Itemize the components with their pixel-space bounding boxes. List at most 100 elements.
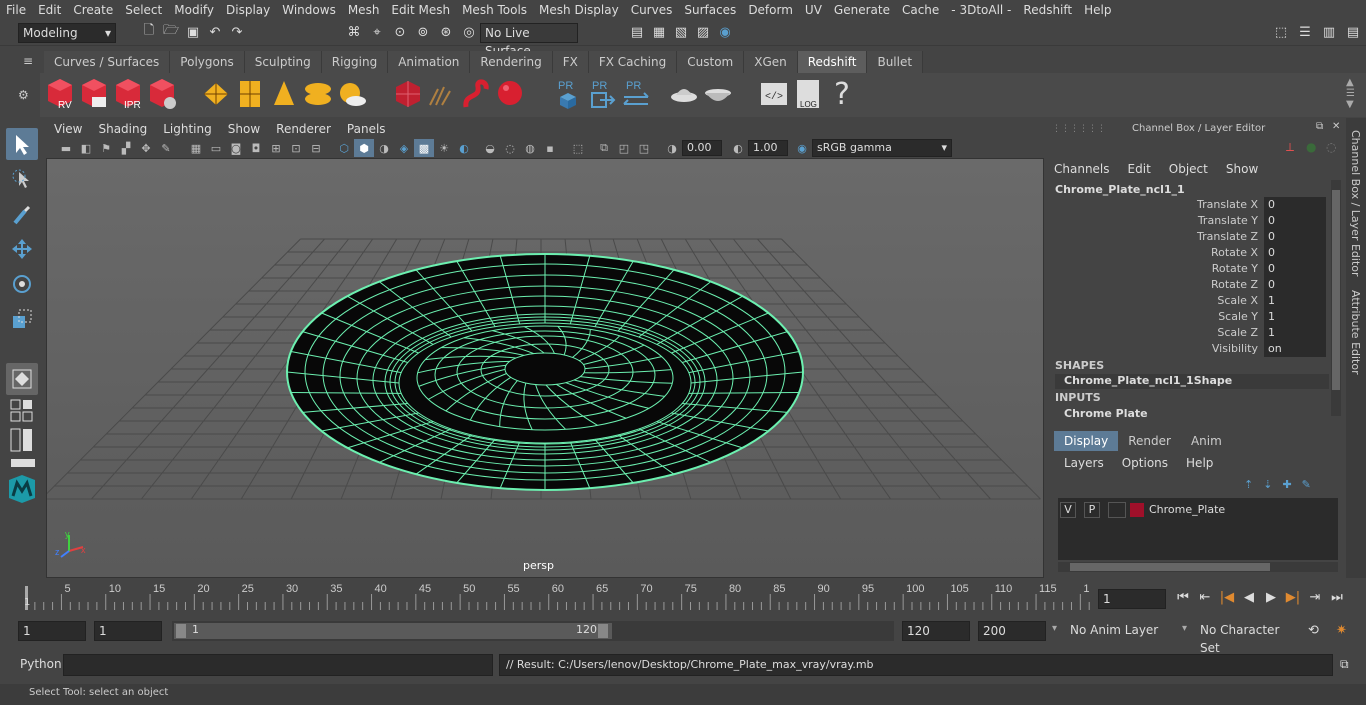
menu-file[interactable]: File: [0, 0, 32, 20]
redshift-curve-icon[interactable]: [460, 76, 492, 112]
select-tool-icon[interactable]: [6, 128, 38, 160]
layer-visibility-toggle[interactable]: V: [1060, 502, 1076, 518]
command-input[interactable]: [63, 654, 493, 676]
shelf-tab-polygons[interactable]: Polygons: [170, 51, 245, 73]
viewport-menu-panels[interactable]: Panels: [339, 120, 394, 138]
anim-layer-dropdown[interactable]: No Anim Layer: [1066, 621, 1172, 641]
side-tab-channel-box[interactable]: Channel Box / Layer Editor: [1349, 130, 1362, 277]
lock-icon[interactable]: ◌: [1326, 140, 1336, 154]
lasso-tool-icon[interactable]: [6, 163, 38, 195]
manipulator-icon[interactable]: ⟂: [1286, 140, 1294, 155]
redshift-spotlight-icon[interactable]: [268, 76, 300, 112]
grease-pencil-icon[interactable]: ✎: [156, 139, 176, 157]
colorspace-dropdown[interactable]: sRGB gamma ▾: [812, 139, 952, 157]
channel-box-scrollbar[interactable]: [1331, 180, 1341, 416]
depth-of-field-icon[interactable]: ▪: [540, 139, 560, 157]
attr-row[interactable]: Translate X 0: [1060, 197, 1330, 213]
shadows-icon[interactable]: ◐: [454, 139, 474, 157]
anti-alias-icon[interactable]: ◍: [520, 139, 540, 157]
play-backwards-icon[interactable]: ◀: [1240, 588, 1258, 606]
wireframe-icon[interactable]: ⬡: [334, 139, 354, 157]
chevron-down-icon[interactable]: ▾: [1052, 623, 1057, 634]
maya-logo-icon[interactable]: [6, 473, 38, 505]
grid-icon[interactable]: ▦: [186, 139, 206, 157]
twod-pan-icon[interactable]: ✥: [136, 139, 156, 157]
scene-end-field[interactable]: 200: [978, 621, 1046, 641]
layer-tab-anim[interactable]: Anim: [1181, 431, 1232, 451]
snap-view-icon[interactable]: ⊚: [414, 23, 432, 41]
viewport-menu-shading[interactable]: Shading: [90, 120, 155, 138]
menu-surfaces[interactable]: Surfaces: [678, 0, 742, 20]
exposure-field[interactable]: 0.00: [682, 140, 722, 156]
go-to-end-icon[interactable]: ⏭: [1328, 588, 1346, 606]
menu-windows[interactable]: Windows: [276, 0, 342, 20]
menu-help[interactable]: Help: [1078, 0, 1117, 20]
redshift-sphere-icon[interactable]: [494, 76, 526, 112]
menu-edit-mesh[interactable]: Edit Mesh: [385, 0, 456, 20]
layer-tab-render[interactable]: Render: [1118, 431, 1181, 451]
side-tab-attribute-editor[interactable]: Attribute Editor: [1349, 290, 1362, 375]
help-icon[interactable]: ?: [826, 76, 858, 112]
gate-mask-icon[interactable]: ◘: [246, 139, 266, 157]
shelf-tab-fx-caching[interactable]: FX Caching: [588, 51, 678, 73]
menu-generate[interactable]: Generate: [828, 0, 896, 20]
attr-value[interactable]: 0: [1264, 197, 1326, 213]
float-panel-icon[interactable]: ⧉: [1316, 121, 1323, 132]
menu-modify[interactable]: Modify: [168, 0, 220, 20]
close-icon[interactable]: ✕: [1332, 121, 1340, 132]
live-surface-field[interactable]: No Live Surface: [480, 23, 578, 58]
motion-blur-icon[interactable]: ◌: [500, 139, 520, 157]
shelf-tab-custom[interactable]: Custom: [677, 51, 745, 73]
shelf-tab-animation[interactable]: Animation: [388, 51, 471, 73]
menu-mesh-display[interactable]: Mesh Display: [533, 0, 625, 20]
time-slider[interactable]: 5 10 15 20 25 30 35 40 45 50 55 60 65 70 75 80 85 90 95 100…: [18, 582, 1099, 612]
redo-icon[interactable]: ↷: [228, 23, 246, 41]
attr-row[interactable]: Rotate Y 0: [1060, 261, 1330, 277]
attr-value[interactable]: 0: [1264, 261, 1326, 277]
menu-curves[interactable]: Curves: [625, 0, 679, 20]
redshift-render-icon[interactable]: [78, 76, 110, 112]
render-settings-icon[interactable]: ▨: [694, 23, 712, 41]
attr-value[interactable]: on: [1264, 341, 1326, 357]
isolate-select-icon[interactable]: ⬚: [568, 139, 588, 157]
shelf-tab-xgen[interactable]: XGen: [744, 51, 798, 73]
attr-row[interactable]: Scale Y 1: [1060, 309, 1330, 325]
current-frame-field[interactable]: 1: [1098, 589, 1166, 609]
attr-row[interactable]: Translate Y 0: [1060, 213, 1330, 229]
viewport-menu-view[interactable]: View: [46, 120, 90, 138]
exposure-icon[interactable]: ◑: [662, 139, 682, 157]
attr-row[interactable]: Rotate Z 0: [1060, 277, 1330, 293]
pr-export-icon[interactable]: PR: [586, 76, 618, 112]
menu-uv[interactable]: UV: [799, 0, 828, 20]
script-editor-icon[interactable]: ⧉: [1340, 657, 1349, 672]
menu-mesh-tools[interactable]: Mesh Tools: [456, 0, 533, 20]
character-set-dropdown[interactable]: No Character Set: [1196, 621, 1298, 655]
image-plane-icon[interactable]: ▞: [116, 139, 136, 157]
layout-split-icon[interactable]: [6, 427, 38, 453]
shape-name[interactable]: Chrome_Plate_ncl1_1Shape: [1055, 374, 1329, 389]
lights-icon[interactable]: ☀: [434, 139, 454, 157]
layer-menu-layers[interactable]: Layers: [1064, 456, 1104, 470]
menu-mesh[interactable]: Mesh: [342, 0, 386, 20]
shelf-tab-fx[interactable]: FX: [552, 51, 589, 73]
key-icon[interactable]: ●: [1306, 140, 1316, 154]
camera-icon[interactable]: ▬: [56, 139, 76, 157]
attr-row[interactable]: Scale X 1: [1060, 293, 1330, 309]
channel-menu-object[interactable]: Object: [1169, 162, 1208, 176]
xray-joints-icon[interactable]: ⧉: [594, 139, 614, 157]
attr-row[interactable]: Scale Z 1: [1060, 325, 1330, 341]
shelf-tab-sculpting[interactable]: Sculpting: [244, 51, 322, 73]
gamma-field[interactable]: 1.00: [748, 140, 788, 156]
range-slider[interactable]: 1 120: [172, 621, 894, 641]
new-empty-layer-icon[interactable]: ✚: [1282, 478, 1291, 491]
ipr-render-icon[interactable]: ▧: [672, 23, 690, 41]
chevron-down-icon[interactable]: ▾: [1182, 623, 1187, 634]
layer-menu-options[interactable]: Options: [1122, 456, 1168, 470]
playback-start-field[interactable]: 1: [94, 621, 162, 641]
play-forwards-icon[interactable]: ▶: [1262, 588, 1280, 606]
film-gate-icon[interactable]: ▭: [206, 139, 226, 157]
attr-value[interactable]: 0: [1264, 229, 1326, 245]
undo-icon[interactable]: ↶: [206, 23, 224, 41]
shelf-tab-curves-surfaces[interactable]: Curves / Surfaces: [44, 51, 171, 73]
step-back-frame-icon[interactable]: |◀: [1218, 588, 1236, 606]
